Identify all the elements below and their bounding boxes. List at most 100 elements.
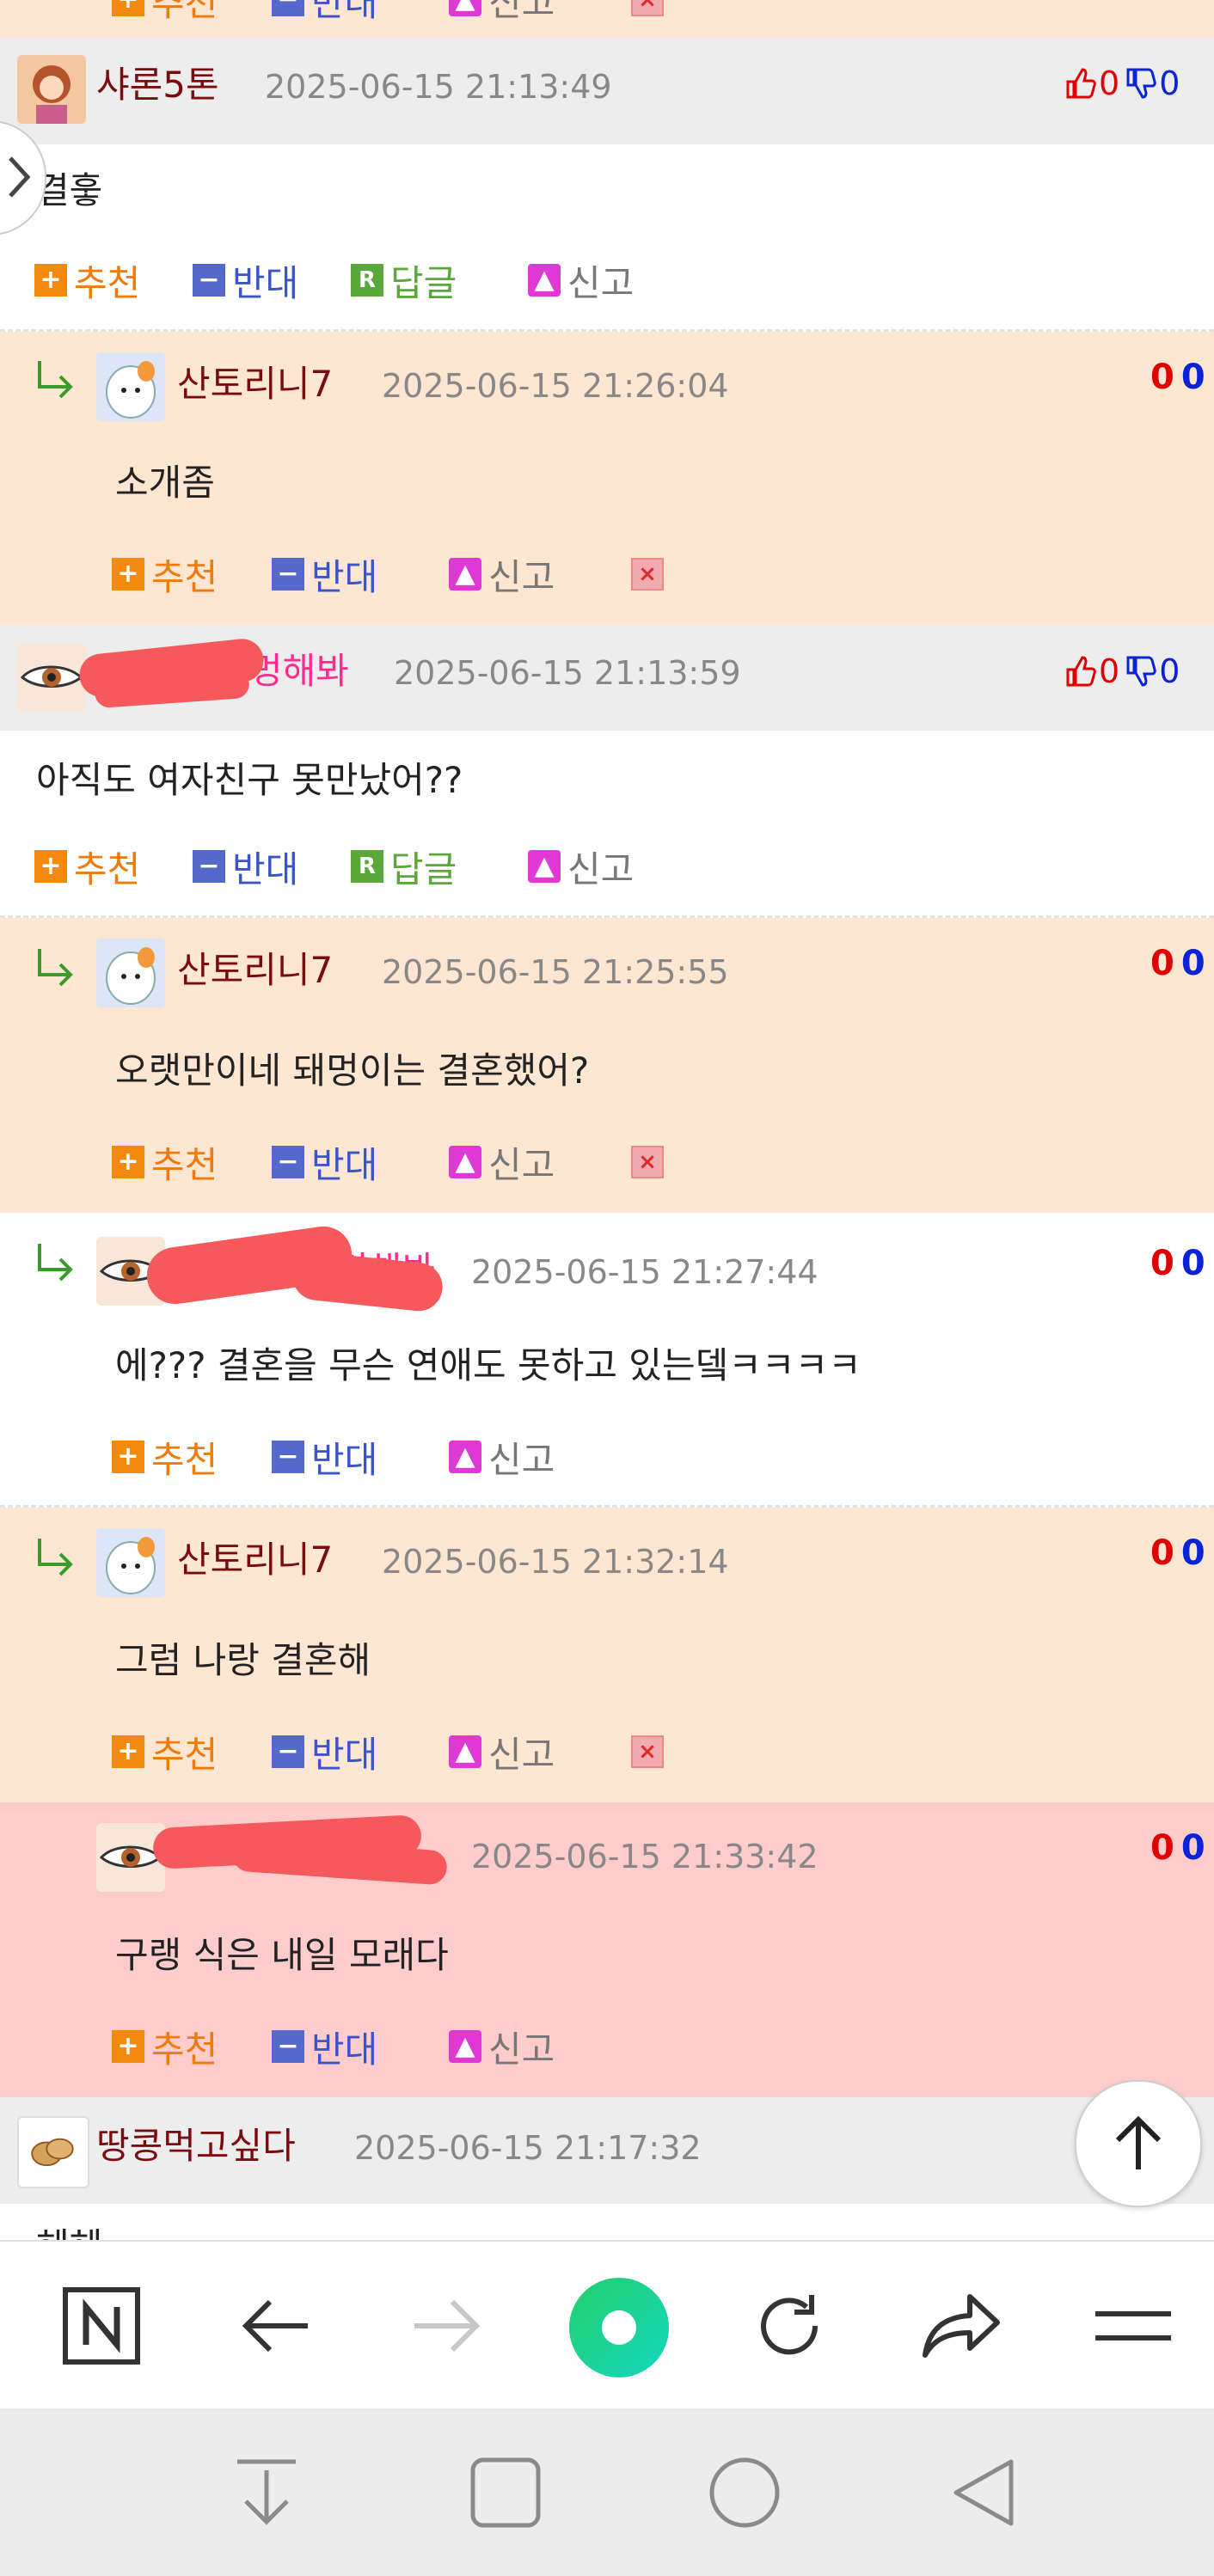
report-button[interactable]: ▲신고 bbox=[449, 1138, 555, 1186]
username-end[interactable]: 멍해봐 bbox=[249, 650, 349, 693]
oppose-button[interactable]: −반대 bbox=[272, 2022, 377, 2071]
n-home-button[interactable] bbox=[60, 2285, 143, 2367]
comment-header: 샤론5톤 2025-06-15 21:13:49 0 0 bbox=[0, 38, 1214, 144]
previous-comment-actions: +추천 −반대 ▲신고 × bbox=[0, 0, 1214, 38]
refresh-button[interactable] bbox=[748, 2285, 831, 2367]
avatar[interactable] bbox=[96, 939, 165, 1007]
minus-icon: − bbox=[272, 2030, 304, 2063]
dislike-count: 0 bbox=[1159, 652, 1180, 690]
delete-button[interactable]: × bbox=[631, 1138, 671, 1186]
delete-button[interactable]: × bbox=[631, 0, 671, 24]
avatar[interactable] bbox=[17, 643, 86, 712]
home-icon bbox=[709, 2457, 780, 2528]
recommend-button[interactable]: +추천 bbox=[112, 1433, 218, 1481]
oppose-button[interactable]: −반대 bbox=[272, 1138, 377, 1186]
download-icon bbox=[237, 2459, 296, 2525]
menu-button[interactable] bbox=[1092, 2285, 1174, 2367]
share-button[interactable] bbox=[920, 2285, 1002, 2367]
siren-icon: ▲ bbox=[449, 1146, 481, 1178]
username[interactable]: 땅콩먹고싶다 bbox=[96, 2125, 296, 2168]
close-icon: × bbox=[631, 1146, 664, 1178]
vote-counts: 0 0 bbox=[1063, 650, 1180, 693]
oppose-button[interactable]: −반대 bbox=[272, 550, 377, 598]
avatar[interactable] bbox=[96, 352, 165, 421]
dislike-count: 0 bbox=[1180, 1533, 1205, 1573]
recommend-button[interactable]: +추천 bbox=[34, 842, 140, 890]
reply-button[interactable]: R 답글 bbox=[351, 256, 457, 304]
recommend-button[interactable]: +추천 bbox=[112, 0, 218, 24]
timestamp: 2025-06-15 21:13:59 bbox=[394, 654, 741, 692]
delete-button[interactable]: × bbox=[631, 1728, 671, 1776]
recents-button[interactable] bbox=[464, 2451, 547, 2534]
comment-header: 돼 멍해봐 2025-06-15 21:13:59 0 0 bbox=[0, 624, 1214, 731]
reply-comment: 산토리니7 2025-06-15 21:25:55 00 오랫만이네 돼멍이는 … bbox=[0, 918, 1214, 1213]
home-button[interactable] bbox=[703, 2451, 786, 2534]
username[interactable]: 산토리니7 bbox=[177, 949, 333, 992]
report-button[interactable]: ▲신고 bbox=[528, 256, 634, 304]
reply-arrow-icon bbox=[38, 361, 73, 399]
refresh-icon bbox=[761, 2295, 819, 2355]
report-button[interactable]: ▲신고 bbox=[449, 2022, 555, 2071]
report-button[interactable]: ▲신고 bbox=[449, 0, 555, 24]
thumbs-up-icon[interactable] bbox=[1063, 66, 1097, 101]
report-button[interactable]: ▲신고 bbox=[528, 842, 634, 890]
reply-icon: R bbox=[351, 850, 383, 883]
report-button[interactable]: ▲신고 bbox=[449, 550, 555, 598]
oppose-button[interactable]: −반대 bbox=[272, 1433, 377, 1481]
dislike-count: 0 bbox=[1180, 944, 1205, 983]
report-button[interactable]: ▲신고 bbox=[449, 1728, 555, 1776]
timestamp: 2025-06-15 21:13:49 bbox=[265, 68, 612, 106]
siren-icon: ▲ bbox=[449, 1735, 481, 1768]
minus-icon: − bbox=[193, 850, 225, 883]
avatar[interactable] bbox=[17, 2116, 89, 2188]
minus-icon: − bbox=[193, 264, 225, 297]
plus-icon: + bbox=[112, 1146, 144, 1178]
recommend-button[interactable]: +추천 bbox=[112, 1728, 218, 1776]
vote-counts: 0 0 bbox=[1063, 62, 1180, 105]
back-nav-button[interactable] bbox=[942, 2451, 1025, 2534]
username[interactable]: 산토리니7 bbox=[177, 363, 333, 406]
chevron-right-icon bbox=[9, 156, 31, 198]
reply-comment: 산토리니7 2025-06-15 21:26:04 00 소개좀 + 추천 − 반대… bbox=[0, 332, 1214, 624]
recommend-button[interactable]: +추천 bbox=[112, 550, 218, 598]
siren-icon: ▲ bbox=[528, 850, 561, 883]
thumbs-up-icon[interactable] bbox=[1063, 654, 1097, 688]
reply-button[interactable]: R 답글 bbox=[351, 842, 457, 890]
back-button[interactable] bbox=[234, 2285, 316, 2367]
thumbs-down-icon[interactable] bbox=[1123, 66, 1157, 101]
recommend-button[interactable]: +추천 bbox=[112, 2022, 218, 2071]
avatar[interactable] bbox=[17, 55, 86, 124]
like-count: 0 bbox=[1150, 358, 1174, 397]
thumbs-down-icon[interactable] bbox=[1123, 654, 1157, 688]
delete-button[interactable]: × bbox=[631, 550, 671, 598]
vote-counts: 00 bbox=[1150, 1826, 1205, 1869]
n-home-icon bbox=[63, 2287, 140, 2365]
recommend-button[interactable]: +추천 bbox=[34, 256, 140, 304]
username[interactable]: 산토리니7 bbox=[177, 1539, 333, 1582]
report-button[interactable]: ▲신고 bbox=[449, 1433, 555, 1481]
recommend-button[interactable]: +추천 bbox=[112, 1138, 218, 1186]
oppose-button[interactable]: −반대 bbox=[272, 1728, 377, 1776]
username[interactable]: 샤론5톤 bbox=[96, 64, 219, 107]
avatar[interactable] bbox=[96, 1528, 165, 1597]
like-count: 0 bbox=[1099, 64, 1120, 102]
scroll-top-button[interactable] bbox=[1075, 2080, 1202, 2207]
oppose-button[interactable]: −반대 bbox=[272, 0, 377, 24]
system-nav-bar bbox=[0, 2408, 1214, 2576]
dislike-count: 0 bbox=[1180, 1244, 1205, 1283]
vote-counts: 00 bbox=[1150, 1532, 1205, 1575]
timestamp: 2025-06-15 21:27:44 bbox=[471, 1253, 819, 1291]
download-button[interactable] bbox=[225, 2451, 308, 2534]
menu-icon bbox=[1095, 2311, 1171, 2340]
comment-text: 구랭 식은 내일 모래다 bbox=[115, 1934, 449, 1976]
comment-text: 소개좀 bbox=[115, 462, 215, 504]
oppose-button[interactable]: −반대 bbox=[193, 842, 298, 890]
back-icon bbox=[953, 2459, 1014, 2526]
reply-comment: 산토리니7 2025-06-15 21:32:14 00 그럼 나랑 결혼해 +… bbox=[0, 1508, 1214, 1802]
green-circle-icon bbox=[569, 2278, 669, 2377]
green-circle-button[interactable] bbox=[567, 2276, 671, 2379]
forward-button[interactable] bbox=[406, 2285, 488, 2367]
dislike-count: 0 bbox=[1180, 1828, 1205, 1868]
siren-icon: ▲ bbox=[449, 0, 481, 16]
oppose-button[interactable]: −반대 bbox=[193, 256, 298, 304]
